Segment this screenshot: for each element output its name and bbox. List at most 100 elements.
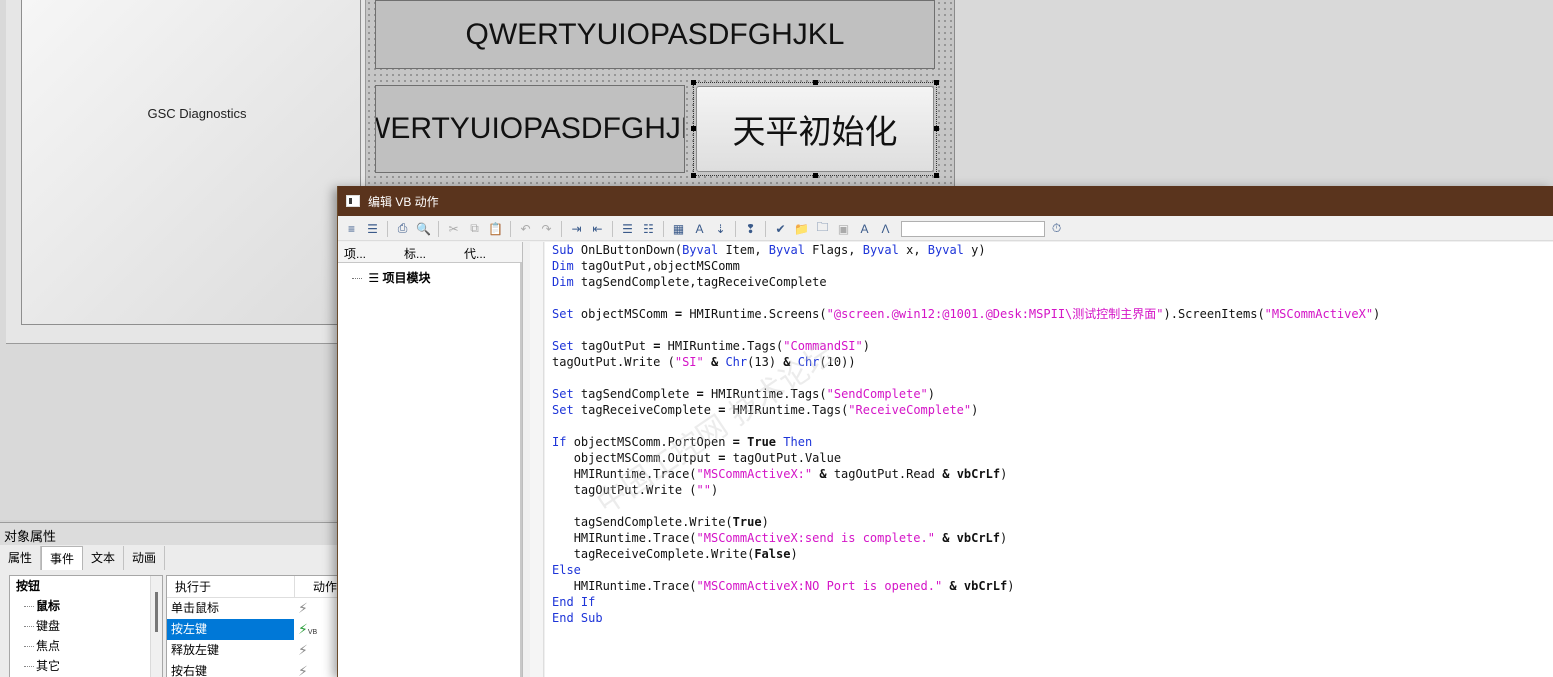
resize-handle[interactable] [813,173,818,178]
code-line[interactable]: objectMSComm.Output = tagOutPut.Value [545,450,1553,466]
resize-handle[interactable] [691,80,696,85]
print-icon[interactable]: ⎙ [393,220,412,238]
export-icon[interactable]: ▣ [834,220,853,238]
find-icon[interactable]: ▦ [669,220,688,238]
syntax-check-icon[interactable]: ✔ [771,220,790,238]
redo-icon[interactable]: ↷ [537,220,556,238]
tab-project[interactable]: 项... [338,242,398,262]
resize-handle[interactable] [691,173,696,178]
code-line[interactable]: If objectMSComm.PortOpen = True Then [545,434,1553,450]
resize-handle[interactable] [934,126,939,131]
code-line[interactable] [545,498,1553,514]
event-row[interactable]: 释放左键 ⚡ [167,640,339,661]
event-row-selected[interactable]: 按左键 ⚡VB [167,619,339,640]
comment-icon[interactable]: ☰ [618,220,637,238]
code-line[interactable]: Dim tagOutPut,objectMSComm [545,258,1553,274]
code-line[interactable]: Set tagSendComplete = HMIRuntime.Tags("S… [545,386,1553,402]
code-operator: vbCrLf [956,467,1001,481]
event-row[interactable]: 按右键 ⚡ [167,661,339,677]
print-preview-icon[interactable]: 🔍 [414,220,433,238]
tree-scroll-thumb[interactable] [155,592,158,632]
code-line[interactable]: Dim tagSendComplete,tagReceiveComplete [545,274,1553,290]
event-row[interactable]: 单击鼠标 ⚡ [167,598,339,619]
code-line[interactable]: Else [545,562,1553,578]
code-line[interactable] [545,418,1553,434]
uncomment-icon[interactable]: ☷ [639,220,658,238]
code-line[interactable]: End If [545,594,1553,610]
outdent-icon[interactable]: ⇤ [588,220,607,238]
toolbar-search-field[interactable] [901,220,1045,237]
tab-animation[interactable]: 动画 [124,546,166,570]
code-operator: False [754,547,791,561]
code-line[interactable]: HMIRuntime.Trace("MSCommActiveX:send is … [545,530,1553,546]
code-keyword: Sub [552,243,574,257]
outline-icon[interactable]: ☰ [363,220,382,238]
replace-icon[interactable]: A [690,220,709,238]
io-field-top[interactable]: QWERTYUIOPASDFGHJKL [375,0,935,69]
resize-handle[interactable] [934,173,939,178]
balance-init-label: 天平初始化 [732,112,898,151]
paste-icon[interactable]: 📋 [486,220,505,238]
tree-item-button[interactable]: 按钮 [10,576,162,596]
new-folder-icon[interactable]: 🗀 [813,220,832,238]
tab-code[interactable]: 代... [458,242,518,262]
balance-init-button[interactable]: 天平初始化 [696,86,934,172]
code-line[interactable] [545,370,1553,386]
tree-item-project-module[interactable]: ☰ 项目模块 [352,269,430,286]
goto-icon[interactable]: ⇣ [711,220,730,238]
code-line[interactable]: HMIRuntime.Trace("MSCommActiveX:" & tagO… [545,466,1553,482]
window-icon [346,195,360,207]
code-keyword: Set [552,387,574,401]
tree-scrollbar[interactable] [150,576,162,677]
code-line[interactable]: tagOutPut.Write ("SI" & Chr(13) & Chr(10… [545,354,1553,370]
code-line[interactable]: Set objectMSComm = HMIRuntime.Screens("@… [545,306,1553,322]
tree-item-keyboard[interactable]: 键盘 [10,616,162,636]
lightning-icon[interactable]: ⚡ [294,661,334,677]
undo-icon[interactable]: ↶ [516,220,535,238]
font-icon[interactable]: A [855,220,874,238]
tab-events[interactable]: 事件 [41,546,84,570]
toolbar-separator [387,220,388,237]
toolbar-separator [612,220,613,237]
code-line[interactable] [545,322,1553,338]
lightning-icon[interactable]: ⚡ [294,598,334,619]
tree-item-focus[interactable]: 焦点 [10,636,162,656]
indent-icon[interactable]: ⇥ [567,220,586,238]
code-line[interactable]: tagOutPut.Write ("") [545,482,1553,498]
toggle-list-icon[interactable]: ≡ [342,220,361,238]
io-field-bottom[interactable]: WERTYUIOPASDFGHJKL [375,85,685,173]
properties-title: 对象属性 [0,523,340,545]
code-line[interactable]: Set tagOutPut = HMIRuntime.Tags("Command… [545,338,1553,354]
cut-icon[interactable]: ✂ [444,220,463,238]
code-line[interactable] [545,290,1553,306]
code-editor[interactable]: Sub OnLButtonDown(Byval Item, Byval Flag… [545,242,1553,677]
resize-handle[interactable] [934,80,939,85]
resize-handle[interactable] [691,126,696,131]
tab-standard[interactable]: 标... [398,242,458,262]
compass-icon[interactable]: Λ [876,220,895,238]
resize-handle[interactable] [813,80,818,85]
tab-text[interactable]: 文本 [83,546,125,570]
tree-item-other[interactable]: 其它 [10,656,162,676]
code-line[interactable]: End Sub [545,610,1553,626]
code-line[interactable]: Sub OnLButtonDown(Byval Item, Byval Flag… [545,242,1553,258]
header-action[interactable]: 动作 [295,576,337,597]
gsc-diagnostics-box[interactable]: GSC Diagnostics [21,0,361,325]
code-line[interactable]: tagReceiveComplete.Write(False) [545,546,1553,562]
header-execute-on[interactable]: 执行于 [167,576,295,597]
vb-action-editor-window: 编辑 VB 动作 ≡ ☰ ⎙ 🔍 ✂ ⧉ 📋 ↶ ↷ ⇥ ⇤ ☰ ☷ ▦ A ⇣… [337,186,1553,677]
code-keyword: Else [552,563,581,577]
vb-editor-titlebar[interactable]: 编辑 VB 动作 [338,186,1553,216]
code-line[interactable]: tagSendComplete.Write(True) [545,514,1553,530]
bookmark-icon[interactable]: ❢ [741,220,760,238]
copy-icon[interactable]: ⧉ [465,220,484,238]
code-line[interactable]: Set tagReceiveComplete = HMIRuntime.Tags… [545,402,1553,418]
tree-item-mouse[interactable]: 鼠标 [10,596,162,616]
lightning-icon[interactable]: ⚡ [294,640,334,661]
code-keyword: Then [783,435,813,449]
code-line[interactable]: HMIRuntime.Trace("MSCommActiveX:NO Port … [545,578,1553,594]
open-folder-icon[interactable]: 📁 [792,220,811,238]
tab-properties[interactable]: 属性 [0,546,42,570]
timer-icon[interactable]: ⏱ [1047,220,1066,238]
lightning-vb-icon[interactable]: ⚡VB [294,619,334,640]
